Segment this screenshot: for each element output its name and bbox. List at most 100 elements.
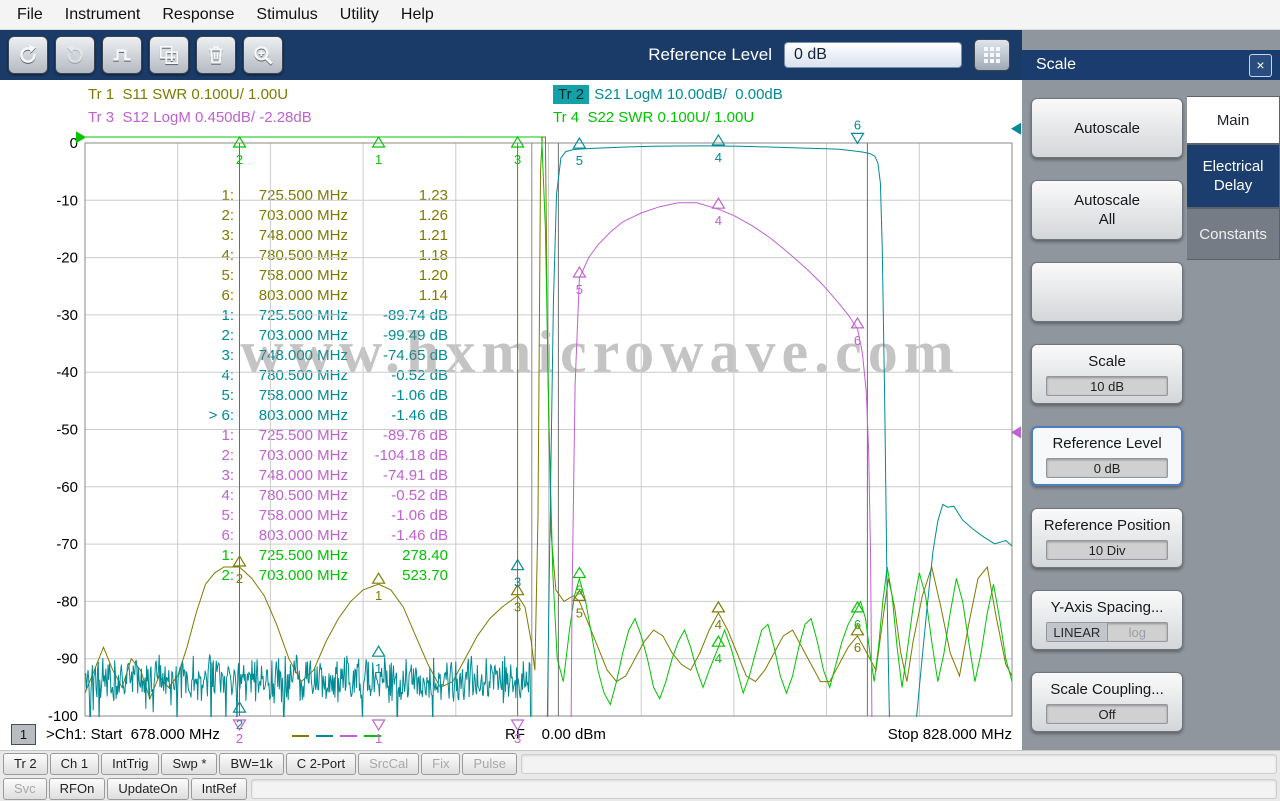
panel-button-reference-position-label: Reference Position xyxy=(1044,516,1171,535)
panel-button-y-axis-spacing[interactable]: Y-Axis Spacing... LINEARlog xyxy=(1031,590,1183,650)
status-swp-[interactable]: Swp * xyxy=(161,753,217,775)
svg-text:1: 1 xyxy=(375,588,382,603)
menu-item-utility[interactable]: Utility xyxy=(329,2,390,28)
trace-tr3-s12-logm xyxy=(563,203,876,750)
svg-text:4: 4 xyxy=(715,213,722,228)
menu-item-help[interactable]: Help xyxy=(390,2,445,28)
toggle-option-log[interactable]: log xyxy=(1108,623,1168,641)
reference-position-indicator[interactable] xyxy=(76,131,86,143)
svg-text:2: 2 xyxy=(236,571,243,586)
add-channel-button[interactable] xyxy=(149,36,189,74)
numeric-keypad-icon xyxy=(983,46,1001,64)
svg-text:4: 4 xyxy=(715,651,722,666)
status-intref[interactable]: IntRef xyxy=(191,778,248,800)
chart-plot[interactable]: 0-10-20-30-40-50-60-70-80-90-10012345612… xyxy=(0,80,1022,750)
svg-text:-60: -60 xyxy=(56,479,78,496)
scale-panel-body: Autoscale Autoscale All Scale 10 dB Referenc… xyxy=(1022,80,1280,750)
panel-button-autoscale-label: Autoscale xyxy=(1074,119,1140,138)
status-filler xyxy=(521,754,1277,774)
svg-text:1: 1 xyxy=(375,152,382,167)
vna-application-window: FileInstrumentResponseStimulusUtilityHel… xyxy=(0,0,1280,801)
svg-text:4: 4 xyxy=(715,617,722,632)
svg-text:-30: -30 xyxy=(56,307,78,324)
scale-buttons: Autoscale Autoscale All Scale 10 dB Referenc… xyxy=(1031,98,1183,750)
status-rfon[interactable]: RFOn xyxy=(49,778,106,800)
panel-button-autoscale-all[interactable]: Autoscale All xyxy=(1031,180,1183,240)
scale-panel-header: Scale × xyxy=(1022,50,1280,80)
undo-icon xyxy=(16,43,40,67)
panel-button-scale-coupling-label: Scale Coupling... xyxy=(1050,680,1163,699)
scale-panel-title: Scale xyxy=(1036,56,1249,74)
panel-button-autoscale[interactable]: Autoscale xyxy=(1031,98,1183,158)
svg-text:5: 5 xyxy=(576,583,583,598)
svg-text:1: 1 xyxy=(375,661,382,676)
panel-button-scale[interactable]: Scale 10 dB xyxy=(1031,344,1183,404)
svg-text:4: 4 xyxy=(715,150,722,165)
panel-button-scale-label: Scale xyxy=(1088,352,1126,371)
svg-text:3: 3 xyxy=(514,731,521,746)
tab-electrical-delay[interactable]: Electrical Delay xyxy=(1187,144,1280,208)
y-axis-labels: 0-10-20-30-40-50-60-70-80-90-100 xyxy=(48,135,78,725)
close-button[interactable]: × xyxy=(1249,54,1272,77)
statusbar-row-2: SvcRFOnUpdateOnIntRef xyxy=(0,776,1280,801)
svg-text:6: 6 xyxy=(854,640,861,655)
svg-text:-20: -20 xyxy=(56,250,78,267)
menu-item-stimulus[interactable]: Stimulus xyxy=(245,2,328,28)
pulse-setup-button[interactable] xyxy=(102,36,142,74)
reference-level-label: Reference Level xyxy=(648,45,772,65)
zoom-icon xyxy=(251,43,275,67)
tab-main[interactable]: Main xyxy=(1187,96,1280,144)
status-fix[interactable]: Fix xyxy=(421,753,460,775)
status-srccal[interactable]: SrcCal xyxy=(358,753,419,775)
panel-button-reference-level[interactable]: Reference Level0 dB xyxy=(1031,426,1183,486)
svg-text:-70: -70 xyxy=(56,536,78,553)
svg-text:3: 3 xyxy=(514,152,521,167)
svg-text:-80: -80 xyxy=(56,593,78,610)
status-tr-2[interactable]: Tr 2 xyxy=(3,753,48,775)
menu-item-file[interactable]: File xyxy=(6,2,54,28)
status-inttrig[interactable]: IntTrig xyxy=(101,753,159,775)
panel-button-reference-position[interactable]: Reference Position 10 Div xyxy=(1031,508,1183,568)
delete-button[interactable] xyxy=(196,36,236,74)
zoom-button[interactable] xyxy=(243,36,283,74)
status-ch-1[interactable]: Ch 1 xyxy=(50,753,99,775)
status-bw-1k[interactable]: BW=1k xyxy=(219,753,283,775)
panel-button-scale-value: 10 dB xyxy=(1046,376,1168,396)
status-updateon[interactable]: UpdateOn xyxy=(107,778,188,800)
svg-text:6: 6 xyxy=(854,617,861,632)
reference-level-area: Reference Level 0 dB xyxy=(648,39,1014,71)
status-svc[interactable]: Svc xyxy=(3,778,47,800)
toolbar: Reference Level 0 dB xyxy=(0,30,1022,80)
panel-button-blank[interactable] xyxy=(1031,262,1183,322)
toolbar-icons xyxy=(8,36,283,74)
scale-tabs: MainElectrical DelayConstants xyxy=(1187,96,1280,750)
panel-button-reference-level-value: 0 dB xyxy=(1046,458,1168,478)
status-filler xyxy=(251,779,1277,799)
svg-text:-40: -40 xyxy=(56,364,78,381)
panel-button-scale-coupling[interactable]: Scale Coupling...Off xyxy=(1031,672,1183,732)
reference-position-indicator[interactable] xyxy=(1011,123,1021,135)
redo-icon xyxy=(63,43,87,67)
menu-item-instrument[interactable]: Instrument xyxy=(54,2,152,28)
y-axis-spacing-toggle[interactable]: LINEARlog xyxy=(1046,622,1168,642)
svg-text:6: 6 xyxy=(854,333,861,348)
undo-button[interactable] xyxy=(8,36,48,74)
menu-item-response[interactable]: Response xyxy=(151,2,245,28)
svg-text:6: 6 xyxy=(854,117,861,132)
redo-button[interactable] xyxy=(55,36,95,74)
status-pulse[interactable]: Pulse xyxy=(462,753,517,775)
pulse-setup-icon xyxy=(110,43,134,67)
tab-constants[interactable]: Constants xyxy=(1187,208,1280,260)
svg-text:3: 3 xyxy=(514,575,521,590)
svg-text:-100: -100 xyxy=(48,708,78,725)
keypad-button[interactable] xyxy=(974,39,1010,71)
svg-text:-90: -90 xyxy=(56,651,78,668)
svg-text:2: 2 xyxy=(236,731,243,746)
reference-level-input[interactable]: 0 dB xyxy=(784,42,962,68)
panel-button-y-axis-spacing-label: Y-Axis Spacing... xyxy=(1051,598,1164,617)
toggle-option-linear[interactable]: LINEAR xyxy=(1047,623,1108,641)
panel-button-reference-position-value: 10 Div xyxy=(1046,540,1168,560)
status-c-2-port[interactable]: C 2-Port xyxy=(286,753,356,775)
delete-icon xyxy=(204,43,228,67)
svg-text:-50: -50 xyxy=(56,422,78,439)
